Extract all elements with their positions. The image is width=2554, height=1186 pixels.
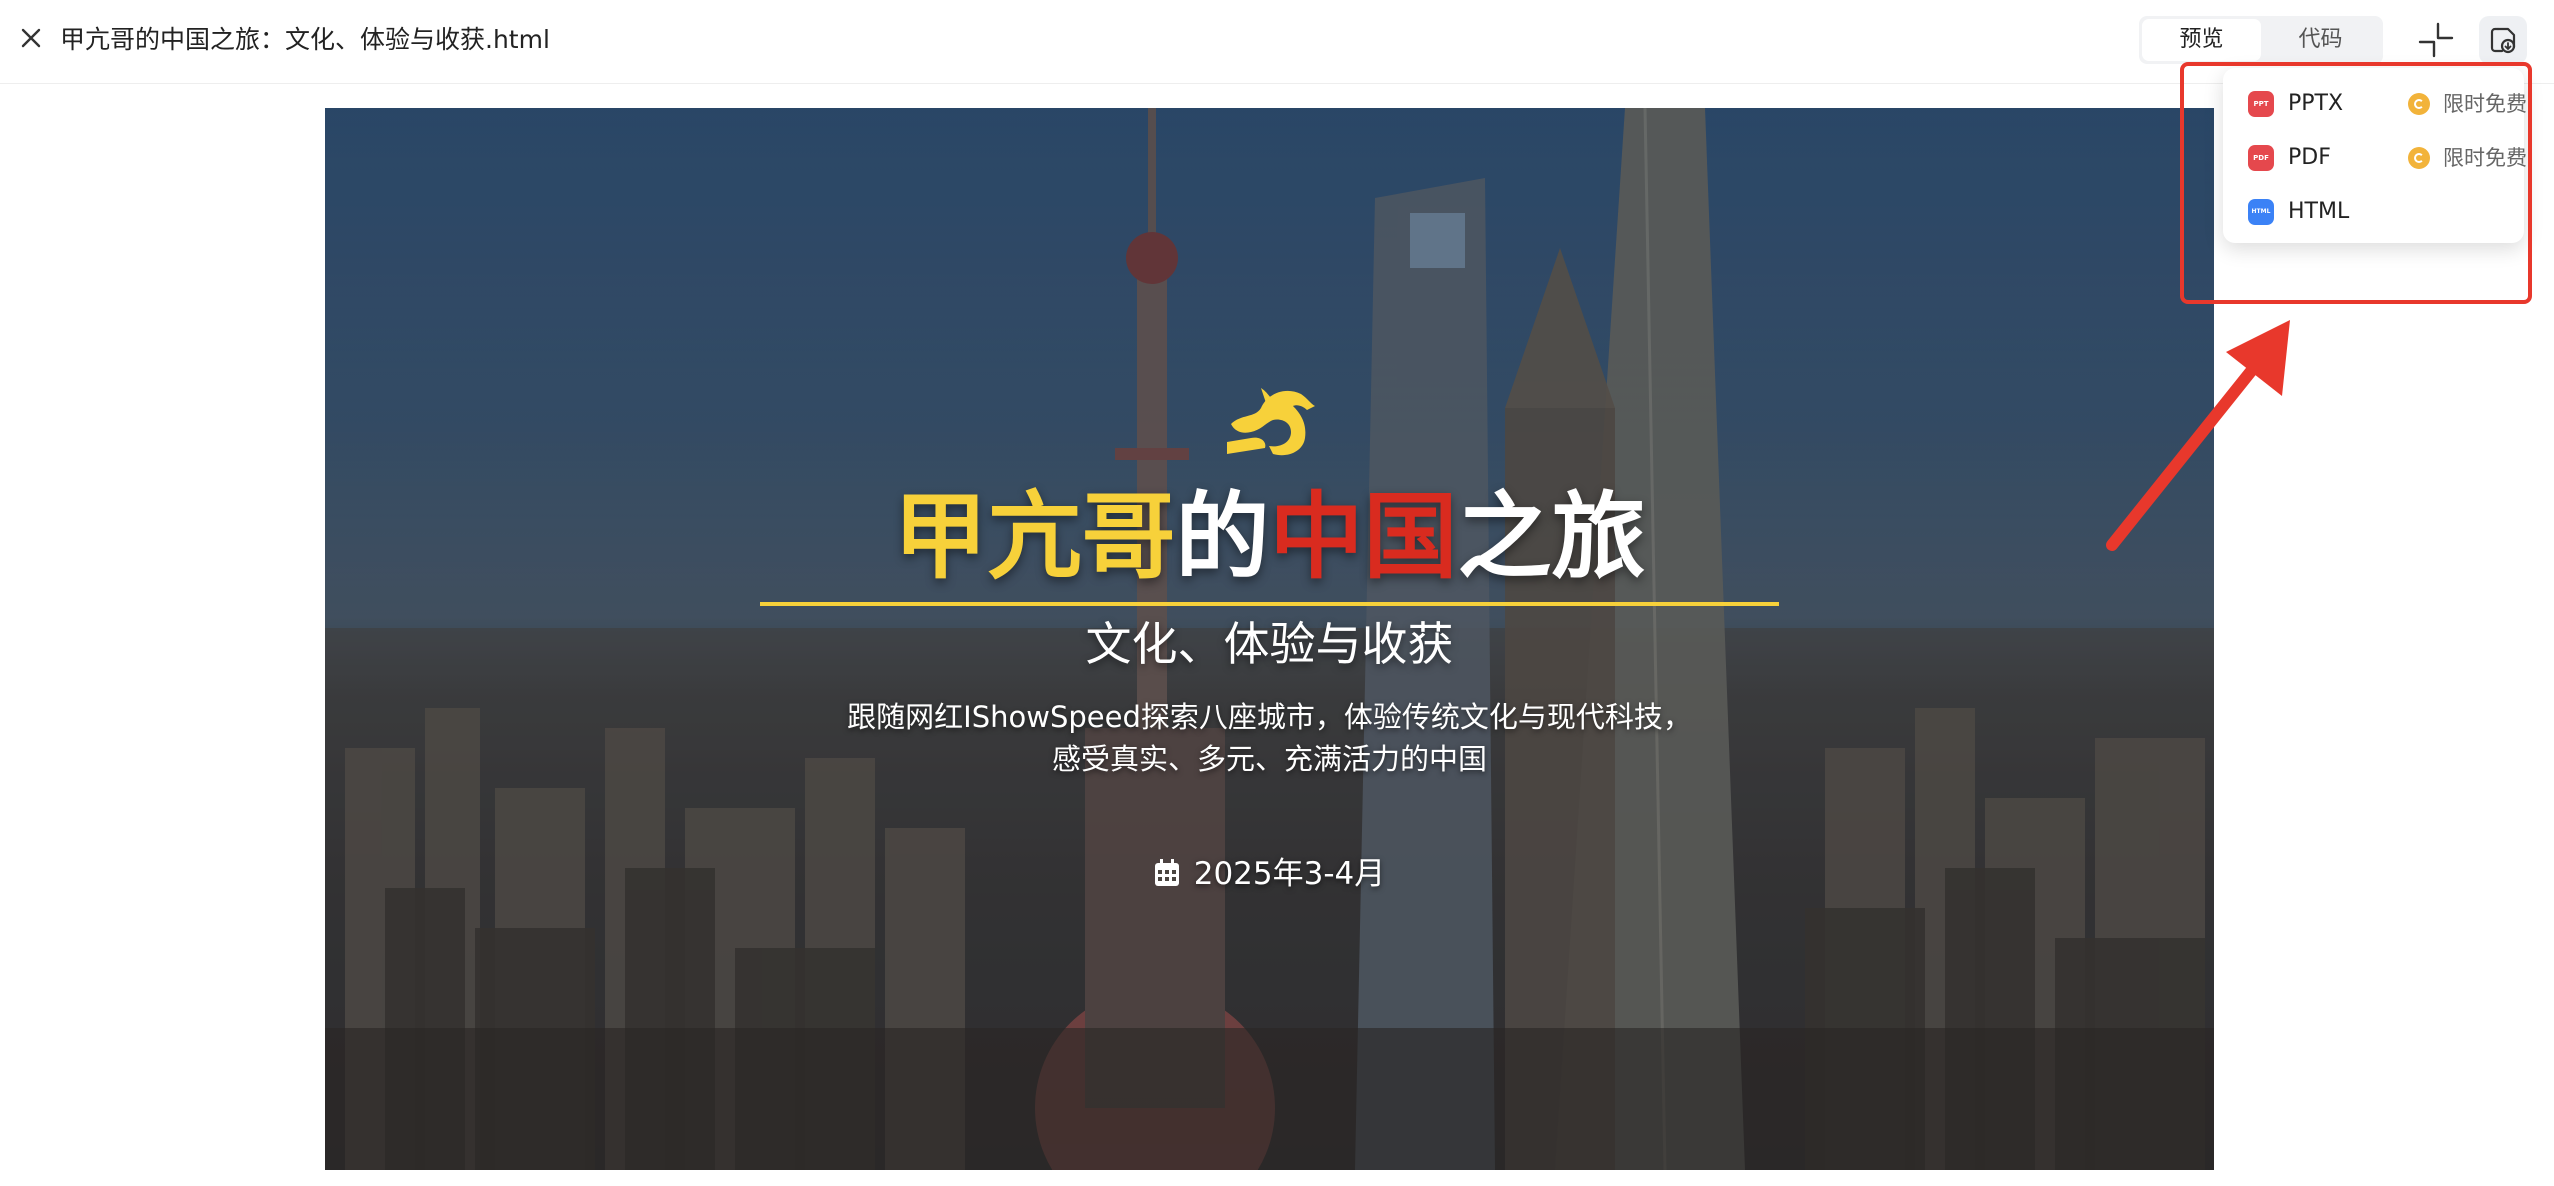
coin-icon bbox=[2408, 93, 2430, 115]
download-icon bbox=[2490, 27, 2516, 54]
tab-code[interactable]: 代码 bbox=[2261, 19, 2380, 61]
title-part-china: 中国 bbox=[1269, 483, 1458, 592]
slide-preview: 甲亢哥的中国之旅 文化、体验与收获 跟随网红IShowSpeed探索八座城市，体… bbox=[325, 108, 2214, 1170]
calendar-icon bbox=[1154, 859, 1179, 886]
html-file-icon: HTML bbox=[2248, 199, 2274, 225]
free-label: 限时免费 bbox=[2443, 92, 2527, 116]
download-button[interactable] bbox=[2479, 16, 2527, 64]
title-part-de: 的 bbox=[1175, 483, 1270, 592]
file-title: 甲亢哥的中国之旅：文化、体验与收获.html bbox=[60, 25, 550, 54]
title-part-journey: 之旅 bbox=[1457, 483, 1646, 592]
dragon-logo-icon bbox=[1227, 388, 1315, 456]
description-line-2: 感受真实、多元、充满活力的中国 bbox=[1051, 742, 1487, 776]
collapse-icon bbox=[2418, 22, 2454, 58]
slide-subtitle: 文化、体验与收获 bbox=[1085, 617, 1454, 671]
slide-description: 跟随网红IShowSpeed探索八座城市，体验传统文化与现代科技， 感受真实、多… bbox=[325, 696, 2214, 780]
close-icon bbox=[21, 28, 41, 48]
menu-item-label: PPTX bbox=[2288, 91, 2344, 116]
collapse-button[interactable] bbox=[2414, 18, 2458, 62]
menu-item-html[interactable]: HTML HTML bbox=[2248, 192, 2388, 232]
menu-item-label: HTML bbox=[2288, 199, 2350, 224]
date-text: 2025年3-4月 bbox=[1193, 856, 1386, 892]
pdf-file-icon: PDF bbox=[2248, 145, 2274, 171]
menu-item-pdf[interactable]: PDF PDF 限时免费 bbox=[2248, 138, 2527, 178]
tab-preview[interactable]: 预览 bbox=[2142, 19, 2261, 61]
free-label: 限时免费 bbox=[2443, 146, 2527, 170]
menu-item-pptx[interactable]: PPT PPTX 限时免费 bbox=[2248, 84, 2527, 124]
slide-date: 2025年3-4月 bbox=[325, 850, 2214, 898]
close-button[interactable] bbox=[16, 23, 46, 53]
title-part-traveler: 甲亢哥 bbox=[893, 483, 1176, 592]
coin-icon bbox=[2408, 147, 2430, 169]
description-line-1: 跟随网红IShowSpeed探索八座城市，体验传统文化与现代科技， bbox=[847, 700, 1692, 734]
pptx-file-icon: PPT bbox=[2248, 91, 2274, 117]
slide-content: 甲亢哥的中国之旅 文化、体验与收获 跟随网红IShowSpeed探索八座城市，体… bbox=[325, 108, 2214, 1170]
download-menu: PPT PPTX 限时免费 PDF PDF 限时免费 HTML HTML bbox=[2223, 68, 2527, 243]
slide-title: 甲亢哥的中国之旅 bbox=[325, 478, 2214, 598]
top-bar: 甲亢哥的中国之旅：文化、体验与收获.html 预览 代码 bbox=[0, 0, 2554, 84]
menu-item-label: PDF bbox=[2288, 145, 2331, 170]
view-toggle: 预览 代码 bbox=[2139, 16, 2383, 64]
